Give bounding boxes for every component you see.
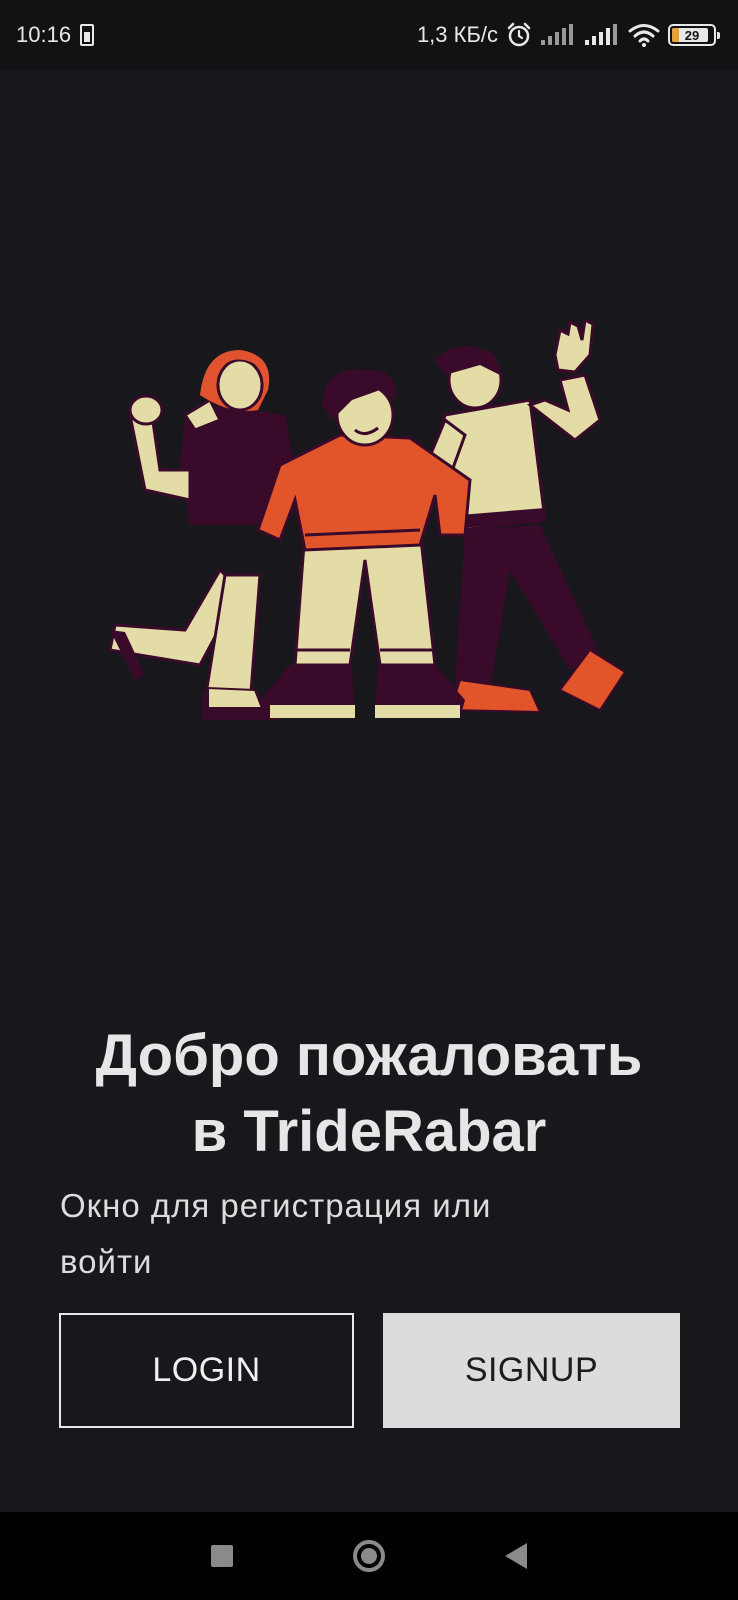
welcome-title-line1: Добро пожаловать (95, 1023, 643, 1088)
navigation-bar (0, 1512, 738, 1600)
welcome-title-line2: в TrideRabar (191, 1099, 547, 1164)
signal-icon (585, 24, 617, 45)
status-bar-left: 10:16 (16, 22, 95, 48)
network-speed: 1,3 КБ/с (416, 22, 498, 47)
recent-apps-icon[interactable] (211, 1545, 233, 1567)
login-button[interactable]: LOGIN (59, 1313, 354, 1428)
welcome-subtitle: Окно для регистрация или войти (60, 1178, 580, 1290)
alarm-icon (507, 22, 531, 47)
status-bar: 10:16 1,3 КБ/с 29 (0, 0, 738, 70)
signal-icon (541, 24, 573, 45)
wifi-icon (628, 24, 660, 47)
welcome-subtitle-line1: Окно для регистрация или (60, 1187, 492, 1224)
sim-icon (80, 24, 95, 46)
back-icon[interactable] (505, 1543, 527, 1569)
battery-icon: 29 (668, 24, 720, 46)
battery-level: 29 (684, 27, 700, 43)
welcome-title: Добро пожаловать в TrideRabar (40, 1018, 698, 1170)
status-bar-right: 1,3 КБ/с 29 (416, 22, 720, 48)
three-friends-illustration (108, 320, 627, 720)
signup-button[interactable]: SIGNUP (383, 1313, 680, 1428)
welcome-subtitle-line2: войти (60, 1243, 153, 1280)
home-icon[interactable] (353, 1540, 385, 1572)
status-time: 10:16 (16, 22, 72, 47)
welcome-screen: 10:16 1,3 КБ/с 29 Добро пожаловать в Tri… (0, 0, 738, 1600)
